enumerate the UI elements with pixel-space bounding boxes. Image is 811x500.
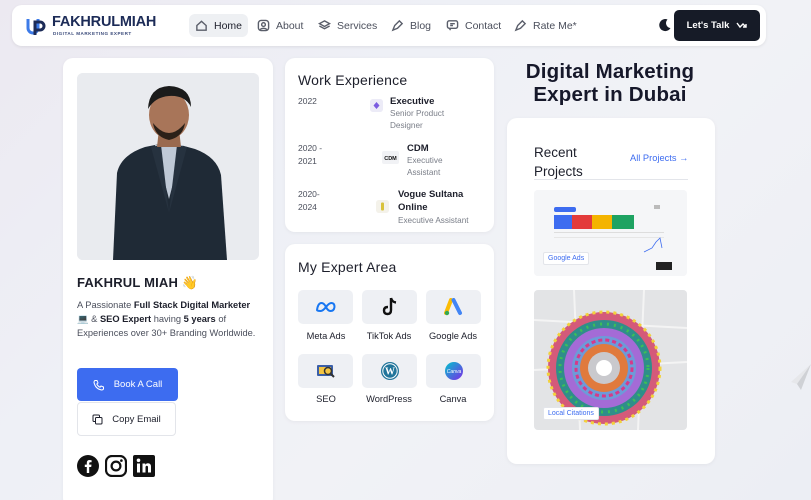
divider — [534, 179, 688, 180]
work-experience-card: Work Experience 2022 Executive Senior Pr… — [285, 58, 494, 232]
project-tag: Local Citations — [543, 407, 599, 420]
google-ads-icon[interactable] — [426, 290, 481, 324]
job-item: 2022 Executive Senior Product Designer — [298, 95, 488, 139]
meta-ads-label: Meta Ads — [306, 331, 346, 341]
nav-rate-me[interactable]: Rate Me* — [508, 14, 583, 37]
instagram-icon[interactable] — [104, 454, 128, 478]
paper-plane-icon — [791, 364, 811, 390]
project-google-ads[interactable]: Google Ads — [534, 190, 687, 276]
nav-blog[interactable]: Blog — [385, 14, 437, 37]
job-years: 2020 - 2021 — [298, 143, 323, 166]
book-call-label: Book A Call — [113, 379, 163, 390]
arrow-icon — [736, 22, 748, 29]
all-projects-link[interactable]: All Projects → — [630, 151, 690, 166]
profile-photo — [77, 73, 259, 260]
copy-email-label: Copy Email — [112, 413, 161, 425]
job-role: CDM — [407, 143, 429, 154]
cdm-logo-icon: CDM — [382, 151, 399, 164]
job-role: Vogue Sultana Online — [398, 189, 464, 213]
tiktok-ads-label: TikTok Ads — [366, 331, 412, 341]
nav-contact-label: Contact — [465, 19, 502, 32]
pen-icon — [514, 19, 527, 32]
profile-name: FAKHRUL MIAH 👋 — [77, 275, 199, 290]
home-icon — [196, 20, 207, 31]
user-icon — [257, 19, 270, 32]
google-ads-label: Google Ads — [428, 331, 478, 341]
wordpress-label: WordPress — [366, 394, 412, 404]
nav-about-label: About — [276, 19, 304, 32]
book-call-button[interactable]: Book A Call — [77, 368, 178, 401]
profile-photo-image — [77, 73, 259, 260]
tiktok-icon[interactable] — [362, 290, 417, 324]
nav-services-label: Services — [337, 19, 378, 32]
executive-logo-icon — [370, 99, 383, 112]
social-links — [77, 454, 155, 478]
nav-rate-me-label: Rate Me* — [533, 19, 577, 32]
wordpress-icon[interactable]: W — [362, 354, 417, 388]
seo-label: SEO — [316, 394, 336, 404]
copy-email-button[interactable]: Copy Email — [77, 402, 176, 436]
svg-text:CDM: CDM — [384, 156, 397, 162]
expert-area-title: My Expert Area — [298, 259, 397, 275]
job-subtitle: Executive Assistant — [398, 216, 469, 225]
canva-label: Canva — [439, 394, 467, 404]
lets-talk-label: Let's Talk — [686, 20, 730, 31]
job-years: 2020- 2024 — [298, 189, 320, 212]
nav-contact[interactable]: Contact — [440, 14, 507, 37]
moon-icon[interactable] — [658, 18, 672, 32]
job-subtitle: Executive Assistant — [407, 156, 443, 177]
meta-ads-icon[interactable] — [298, 290, 353, 324]
page-headline: Digital Marketing Expert in Dubai — [525, 60, 695, 106]
phone-icon — [93, 379, 104, 391]
job-role: Executive — [390, 96, 435, 107]
navbar: FAKHRULMIAH DIGITAL MARKETING EXPERT Hom… — [12, 5, 766, 46]
layers-icon — [318, 20, 331, 30]
recent-projects-title: Recent Projects — [534, 145, 583, 179]
pen-icon — [391, 19, 404, 32]
lets-talk-button[interactable]: Let's Talk — [674, 10, 760, 41]
svg-text:W: W — [385, 367, 395, 378]
nav-home-label: Home — [214, 19, 243, 32]
project-local-citations[interactable]: Local Citations — [534, 290, 687, 430]
job-subtitle: Senior Product Designer — [390, 109, 445, 130]
job-item: 2020 - 2021 CDM CDM Executive Assistant — [298, 142, 488, 186]
svg-text:Canva: Canva — [446, 369, 461, 375]
recent-projects-card: Recent Projects All Projects → Google Ad… — [507, 118, 715, 464]
nav-home[interactable]: Home — [189, 14, 249, 37]
nav-about[interactable]: About — [251, 14, 309, 37]
nav-blog-label: Blog — [410, 19, 432, 32]
project-tag: Google Ads — [543, 252, 590, 265]
vogue-sultana-logo-icon — [376, 200, 389, 213]
profile-description: A Passionate Full Stack Digital Marketer… — [77, 300, 256, 339]
job-years: 2022 — [298, 96, 317, 106]
facebook-icon[interactable] — [77, 455, 99, 477]
nav-services[interactable]: Services — [312, 14, 383, 37]
canva-icon[interactable]: Canva — [426, 354, 481, 388]
expert-area-card: My Expert Area Meta Ads TikTok Ads Googl… — [285, 244, 494, 421]
logo-mark-icon — [26, 19, 46, 35]
logo-tagline: DIGITAL MARKETING EXPERT — [53, 31, 132, 36]
linkedin-icon[interactable] — [133, 455, 155, 477]
job-item: 2020- 2024 Vogue Sultana Online Executiv… — [298, 188, 488, 232]
copy-icon — [92, 414, 103, 424]
logo[interactable]: FAKHRULMIAH DIGITAL MARKETING EXPERT — [26, 13, 156, 39]
logo-name: FAKHRULMIAH — [52, 14, 157, 30]
work-experience-title: Work Experience — [298, 72, 408, 88]
profile-card: FAKHRUL MIAH 👋 A Passionate Full Stack D… — [63, 58, 273, 500]
message-icon — [446, 20, 459, 31]
seo-icon[interactable] — [298, 354, 353, 388]
